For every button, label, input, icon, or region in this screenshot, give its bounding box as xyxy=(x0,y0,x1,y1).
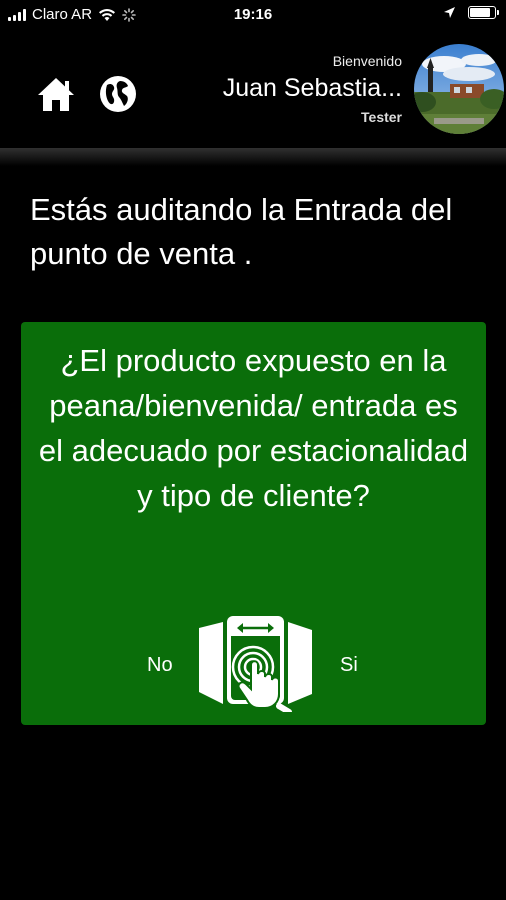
location-arrow-icon xyxy=(444,7,455,18)
question-card: ¿El producto expuesto en la peana/bienve… xyxy=(21,322,486,725)
answer-yes-button[interactable]: Si xyxy=(340,654,358,677)
battery-icon xyxy=(468,6,499,19)
language-button[interactable] xyxy=(98,74,138,114)
status-bar: Claro AR 19:16 xyxy=(0,0,506,30)
battery-fill xyxy=(470,8,491,17)
home-icon xyxy=(38,78,74,111)
audit-intro-text: Estás auditando la Entrada del punto de … xyxy=(30,192,453,271)
avatar[interactable] xyxy=(414,44,504,134)
avatar-photo xyxy=(414,44,504,134)
globe-icon xyxy=(100,76,136,112)
swipe-gesture-icon xyxy=(199,616,312,715)
user-role: Tester xyxy=(361,109,402,125)
user-name: Juan Sebastia... xyxy=(222,74,402,102)
clock: 19:16 xyxy=(233,6,273,23)
header-shadow xyxy=(0,148,506,166)
status-right xyxy=(443,6,499,19)
welcome-label: Bienvenido xyxy=(332,53,402,69)
app-header: Bienvenido Juan Sebastia... Tester xyxy=(0,36,506,148)
swipe-control[interactable] xyxy=(193,612,318,715)
question-text: ¿El producto expuesto en la peana/bienve… xyxy=(38,343,469,513)
home-button[interactable] xyxy=(36,75,76,113)
answer-no-button[interactable]: No xyxy=(147,654,173,677)
